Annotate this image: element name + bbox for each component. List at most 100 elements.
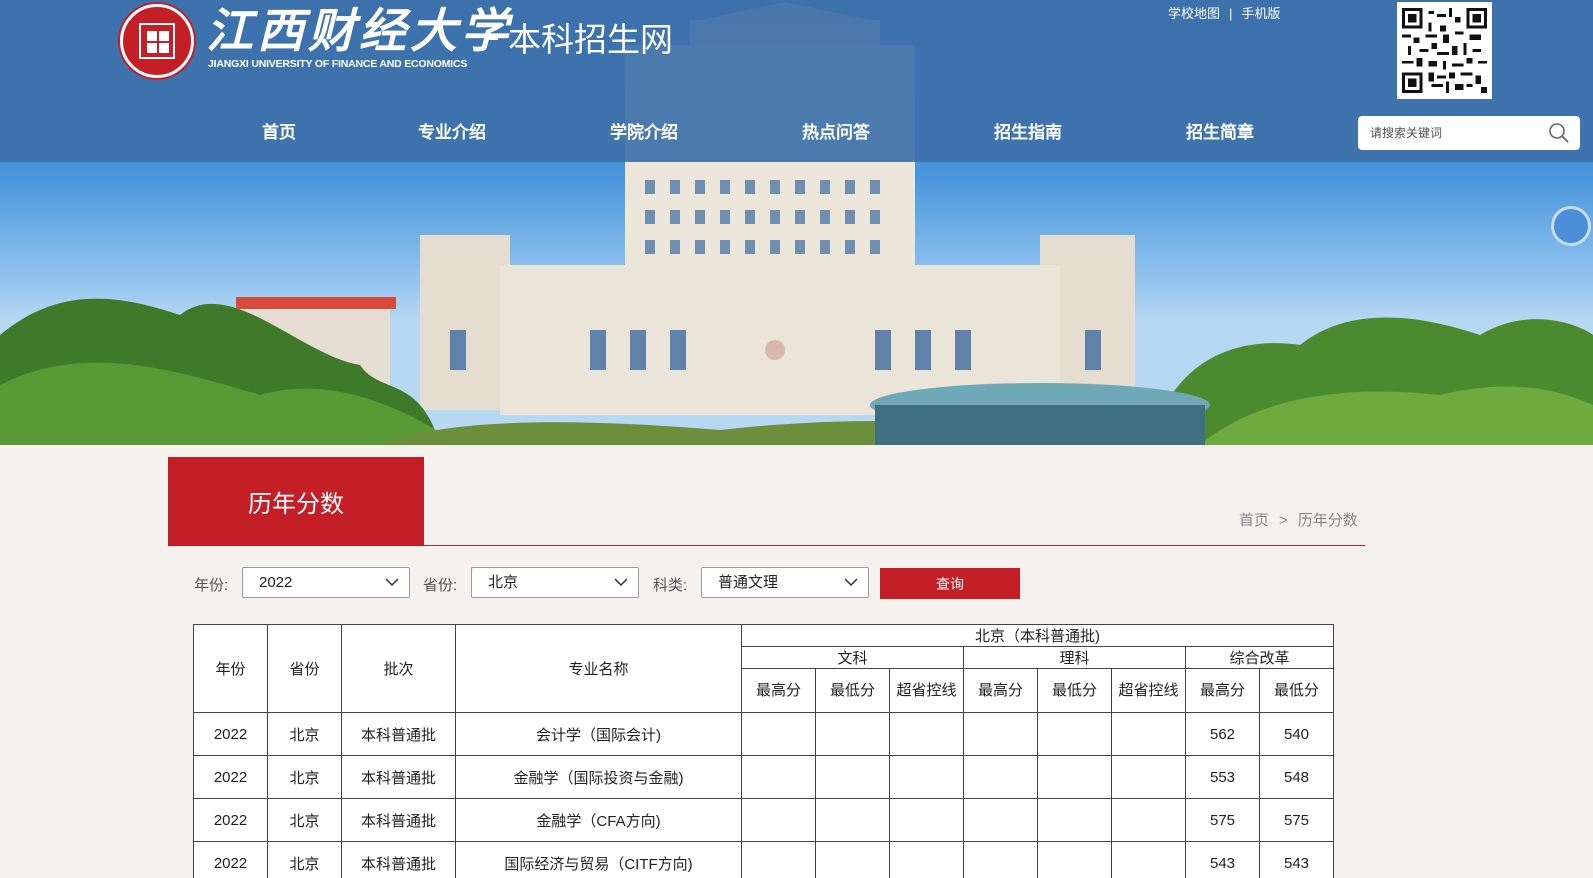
cell-reform-max: 553 [1185, 755, 1260, 799]
cell-major: 会计学（国际会计) [455, 712, 742, 756]
cell-science-above [1111, 712, 1186, 756]
cell-major: 金融学（CFA方向) [455, 798, 742, 842]
header-min-score: 最低分 [815, 668, 890, 713]
header-min-score: 最低分 [1037, 668, 1112, 713]
header-year: 年份 [193, 624, 268, 713]
cell-year: 2022 [193, 755, 268, 799]
cell-arts-max [741, 755, 816, 799]
breadcrumb-current: 历年分数 [1297, 512, 1358, 529]
cell-province: 北京 [267, 712, 342, 756]
cell-arts-above [889, 798, 964, 842]
cell-arts-above [889, 755, 964, 799]
search-input[interactable] [1370, 116, 1540, 150]
cell-science-max [963, 841, 1038, 878]
top-header: 江西财经大学 JIANGXI UNIVERSITY OF FINANCE AND… [0, 0, 1593, 162]
book-float-icon[interactable] [1551, 206, 1591, 246]
logo-chinese-name: 江西财经大学 [206, 4, 512, 59]
category-select-value: 普通文理 [718, 574, 779, 591]
category-select[interactable]: 普通文理 [701, 567, 869, 598]
cell-reform-max: 562 [1185, 712, 1260, 756]
header-min-score: 最低分 [1259, 668, 1334, 713]
chevron-down-icon [385, 578, 399, 587]
cell-arts-min [815, 841, 890, 878]
cell-arts-min [815, 755, 890, 799]
table-row: 2022 北京 本科普通批 国际经济与贸易（CITF方向) 543 543 [193, 841, 1334, 878]
mobile-version-link[interactable]: 手机版 [1241, 6, 1280, 21]
nav-faq[interactable]: 热点问答 [802, 116, 870, 150]
qr-code [1397, 2, 1492, 99]
cell-science-min [1037, 841, 1112, 878]
cell-science-min [1037, 798, 1112, 842]
search-icon[interactable] [1548, 122, 1570, 144]
cell-science-above [1111, 841, 1186, 878]
cell-major: 金融学（国际投资与金融) [455, 755, 742, 799]
cell-batch: 本科普通批 [341, 755, 456, 799]
cell-science-min [1037, 755, 1112, 799]
nav-guide[interactable]: 招生指南 [994, 116, 1062, 150]
chevron-down-icon [844, 578, 858, 587]
school-map-link[interactable]: 学校地图 [1168, 6, 1220, 21]
province-select[interactable]: 北京 [471, 567, 639, 598]
breadcrumb: 首页 > 历年分数 [1239, 509, 1358, 530]
nav-brochure[interactable]: 招生简章 [1186, 116, 1254, 150]
year-select[interactable]: 2022 [242, 567, 410, 598]
query-button[interactable]: 查询 [880, 568, 1020, 599]
table-row: 2022 北京 本科普通批 金融学（CFA方向) 575 575 [193, 798, 1334, 842]
header-above-control-line: 超省控线 [889, 668, 964, 713]
page-title: 历年分数 [168, 457, 424, 546]
cell-reform-max: 543 [1185, 841, 1260, 878]
cell-year: 2022 [193, 798, 268, 842]
logo-dash [486, 38, 498, 40]
cell-reform-max: 575 [1185, 798, 1260, 842]
logo-english-name: JIANGXI UNIVERSITY OF FINANCE AND ECONOM… [208, 58, 468, 70]
header-comprehensive-reform: 综合改革 [1185, 646, 1334, 669]
province-select-value: 北京 [488, 574, 519, 591]
nav-colleges[interactable]: 学院介绍 [610, 116, 678, 150]
table-row: 2022 北京 本科普通批 金融学（国际投资与金融) 553 548 [193, 755, 1334, 799]
header-above-control-line: 超省控线 [1111, 668, 1186, 713]
category-label: 科类: [653, 577, 688, 594]
cell-batch: 本科普通批 [341, 798, 456, 842]
cell-science-above [1111, 798, 1186, 842]
cell-batch: 本科普通批 [341, 841, 456, 878]
site-name: 本科招生网 [508, 21, 673, 58]
header-max-score: 最高分 [963, 668, 1038, 713]
cell-reform-min: 575 [1259, 798, 1334, 842]
chevron-down-icon [614, 578, 628, 587]
header-science: 理科 [963, 646, 1186, 669]
cell-reform-min: 543 [1259, 841, 1334, 878]
cell-science-max [963, 798, 1038, 842]
cell-science-max [963, 712, 1038, 756]
cell-arts-max [741, 798, 816, 842]
header-liberal-arts: 文科 [741, 646, 964, 669]
cell-arts-above [889, 712, 964, 756]
breadcrumb-separator: > [1279, 512, 1288, 529]
cell-reform-min: 540 [1259, 712, 1334, 756]
cell-arts-min [815, 798, 890, 842]
cell-arts-above [889, 841, 964, 878]
province-label: 省份: [423, 577, 458, 594]
cell-arts-max [741, 841, 816, 878]
cell-arts-max [741, 712, 816, 756]
cell-arts-min [815, 712, 890, 756]
university-seal-logo [120, 4, 194, 78]
nav-home[interactable]: 首页 [262, 116, 296, 150]
cell-year: 2022 [193, 841, 268, 878]
cell-batch: 本科普通批 [341, 712, 456, 756]
cell-major: 国际经济与贸易（CITF方向) [455, 841, 742, 878]
link-separator: | [1229, 6, 1233, 21]
year-select-value: 2022 [259, 574, 293, 591]
cell-year: 2022 [193, 712, 268, 756]
main-nav: 首页 专业介绍 学院介绍 热点问答 招生指南 招生简章 [0, 116, 1593, 150]
cell-science-min [1037, 712, 1112, 756]
header-major-name: 专业名称 [455, 624, 742, 713]
header-max-score: 最高分 [1185, 668, 1260, 713]
nav-majors[interactable]: 专业介绍 [418, 116, 486, 150]
header-province: 省份 [267, 624, 342, 713]
breadcrumb-home[interactable]: 首页 [1239, 512, 1269, 529]
cell-province: 北京 [267, 841, 342, 878]
year-label: 年份: [194, 577, 229, 594]
search-box [1358, 116, 1580, 150]
trees-image [0, 297, 1593, 445]
header-max-score: 最高分 [741, 668, 816, 713]
